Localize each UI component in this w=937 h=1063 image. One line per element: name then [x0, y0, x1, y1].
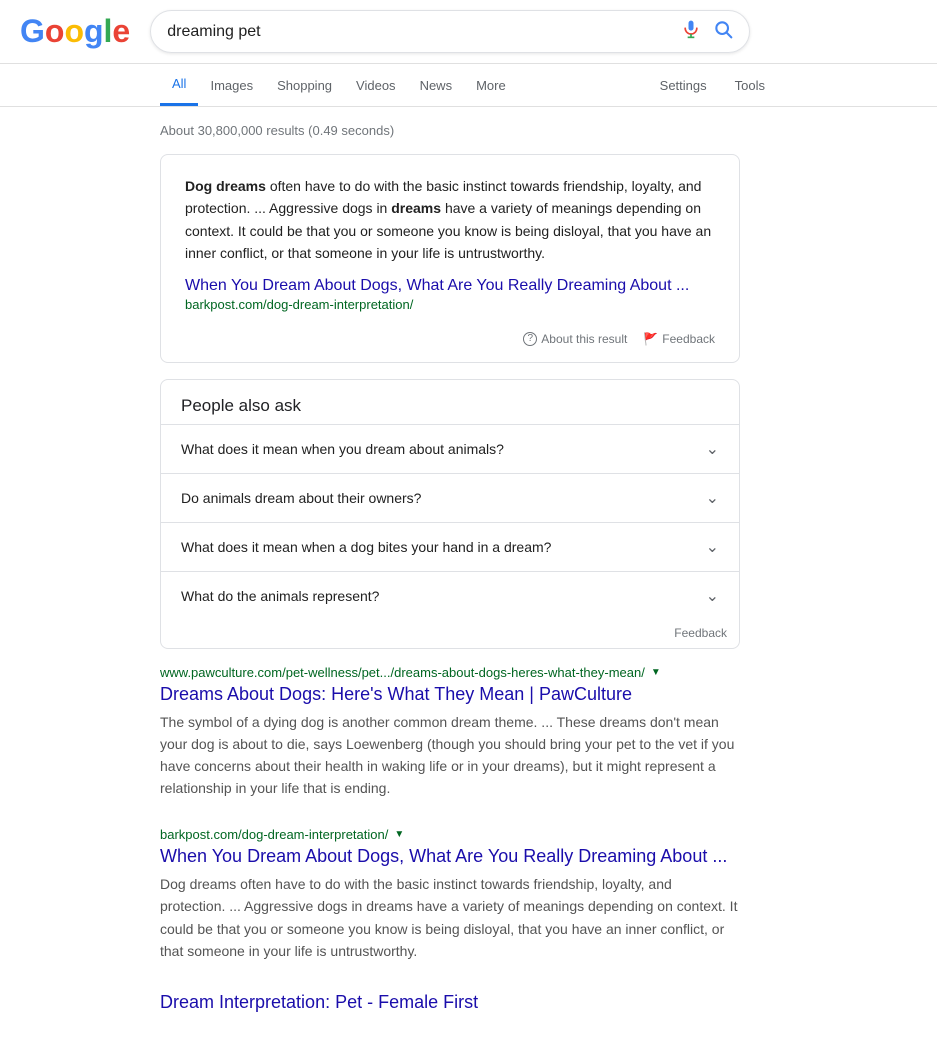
tab-all[interactable]: All	[160, 64, 198, 106]
search-button[interactable]	[713, 19, 733, 44]
result-url-line-1: www.pawculture.com/pet-wellness/pet.../d…	[160, 665, 740, 680]
results-count: About 30,800,000 results (0.49 seconds)	[160, 123, 740, 138]
about-result-label: About this result	[541, 332, 627, 346]
chevron-down-icon-4: ⌄	[706, 586, 719, 606]
search-input[interactable]	[167, 23, 673, 41]
search-bar	[150, 10, 750, 53]
google-logo[interactable]: Google	[20, 13, 130, 50]
result-desc-1: The symbol of a dying dog is another com…	[160, 711, 740, 799]
search-icons	[681, 19, 733, 44]
paa-item-1[interactable]: What does it mean when you dream about a…	[161, 424, 739, 473]
feedback-label-snippet: Feedback	[662, 332, 715, 346]
tab-news[interactable]: News	[408, 66, 465, 105]
featured-snippet: Dog dreams often have to do with the bas…	[160, 154, 740, 363]
flag-icon: 🚩	[643, 332, 658, 346]
paa-item-3[interactable]: What does it mean when a dog bites your …	[161, 522, 739, 571]
tab-videos[interactable]: Videos	[344, 66, 408, 105]
chevron-down-icon-3: ⌄	[706, 537, 719, 557]
snippet-text: Dog dreams often have to do with the bas…	[185, 175, 715, 265]
paa-question-2: Do animals dream about their owners?	[181, 490, 421, 506]
tab-settings[interactable]: Settings	[648, 66, 719, 105]
question-icon: ?	[523, 332, 537, 346]
chevron-down-icon-1: ⌄	[706, 439, 719, 459]
result-url-line-2: barkpost.com/dog-dream-interpretation/ ▼	[160, 827, 740, 842]
results-area: About 30,800,000 results (0.49 seconds) …	[0, 107, 900, 1063]
snippet-link[interactable]: When You Dream About Dogs, What Are You …	[185, 277, 715, 295]
result-domain-1: www.pawculture.com/pet-wellness/pet.../d…	[160, 665, 645, 680]
result-item-1: www.pawculture.com/pet-wellness/pet.../d…	[160, 665, 740, 800]
people-also-ask-title: People also ask	[161, 380, 739, 424]
nav-tabs: All Images Shopping Videos News More Set…	[0, 64, 937, 107]
paa-feedback[interactable]: Feedback	[161, 620, 739, 648]
tab-images[interactable]: Images	[198, 66, 265, 105]
snippet-bold-2: dreams	[391, 200, 441, 216]
people-also-ask-box: People also ask What does it mean when y…	[160, 379, 740, 649]
paa-question-1: What does it mean when you dream about a…	[181, 441, 504, 457]
header: Google	[0, 0, 937, 64]
result-desc-2: Dog dreams often have to do with the bas…	[160, 873, 740, 961]
paa-question-4: What do the animals represent?	[181, 588, 379, 604]
dropdown-arrow-1[interactable]: ▼	[651, 667, 661, 678]
paa-question-3: What does it mean when a dog bites your …	[181, 539, 551, 555]
nav-right: Settings Tools	[648, 66, 777, 105]
about-this-result[interactable]: ? About this result	[523, 332, 627, 346]
result-item-2: barkpost.com/dog-dream-interpretation/ ▼…	[160, 827, 740, 962]
tab-shopping[interactable]: Shopping	[265, 66, 344, 105]
result-item-3: Dream Interpretation: Pet - Female First	[160, 990, 740, 1015]
paa-item-2[interactable]: Do animals dream about their owners? ⌄	[161, 473, 739, 522]
result-title-2[interactable]: When You Dream About Dogs, What Are You …	[160, 846, 727, 866]
snippet-feedback-row: ? About this result 🚩 Feedback	[185, 324, 715, 346]
chevron-down-icon-2: ⌄	[706, 488, 719, 508]
tab-more[interactable]: More	[464, 66, 518, 105]
snippet-bold-1: Dog dreams	[185, 178, 266, 194]
snippet-url: barkpost.com/dog-dream-interpretation/	[185, 297, 715, 312]
dropdown-arrow-2[interactable]: ▼	[394, 829, 404, 840]
paa-item-4[interactable]: What do the animals represent? ⌄	[161, 571, 739, 620]
result-title-1[interactable]: Dreams About Dogs: Here's What They Mean…	[160, 684, 632, 704]
tab-tools[interactable]: Tools	[723, 66, 777, 105]
result-domain-2: barkpost.com/dog-dream-interpretation/	[160, 827, 388, 842]
result-title-3[interactable]: Dream Interpretation: Pet - Female First	[160, 992, 478, 1012]
microphone-icon[interactable]	[681, 19, 701, 44]
feedback-button-snippet[interactable]: 🚩 Feedback	[643, 332, 715, 346]
